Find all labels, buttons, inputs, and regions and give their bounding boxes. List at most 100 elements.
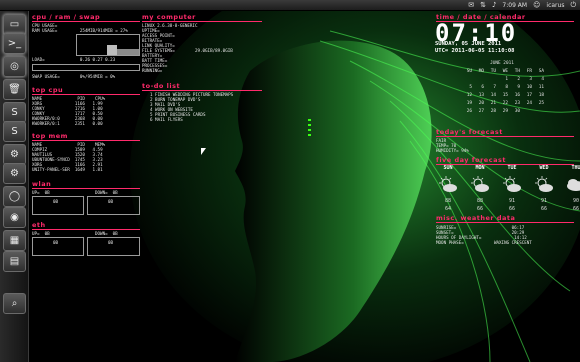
calendar-day: 8	[505, 85, 508, 90]
calendar-weekday: SU	[466, 69, 472, 74]
top-mem-header: top mem	[32, 132, 68, 140]
cpu-graph-bars	[107, 45, 139, 55]
swap-line: SWAP USAGE= 0%/954MIB = 0%	[32, 74, 116, 79]
calendar-day: 26	[466, 109, 472, 114]
wlan-up-graph: 0B	[32, 196, 84, 215]
settings-icon: ⚙	[10, 149, 19, 160]
launcher-item-grid[interactable]: ▤	[3, 251, 26, 272]
calendar-day	[520, 108, 532, 116]
calendar-day: 28	[490, 109, 496, 114]
eth-down-graph: 0B	[87, 237, 140, 256]
launcher-item-system[interactable]: ◉	[3, 207, 26, 228]
load-line: LOAD= 0.26 0.27 0.23	[32, 57, 116, 62]
calendar-day: 2	[517, 77, 520, 82]
misc-weather-header: misc. weather data	[436, 214, 516, 222]
search-icon: ⌕	[11, 298, 18, 309]
grid-icon: ▤	[9, 256, 20, 267]
wlan-up: UP= 0B	[32, 190, 50, 195]
calendar-day: 1	[505, 77, 508, 82]
divider	[32, 188, 140, 189]
forecast-day: MON	[475, 165, 485, 171]
calendar-weekday: WE	[502, 69, 508, 74]
my-computer-header: my computer	[142, 13, 196, 21]
calendar-day: 22	[502, 101, 508, 106]
system-icon: ◉	[10, 212, 19, 223]
forecast-high: 88	[476, 198, 484, 204]
calendar-day: 29	[502, 109, 508, 114]
forecast-day: TUE	[507, 165, 517, 171]
calendar-weekday: TH	[514, 69, 520, 74]
wlan-up-value: 0B	[53, 199, 59, 204]
wlan-down-graph: 0B	[87, 196, 140, 215]
cloud-icon	[565, 174, 580, 196]
misc-weather-line: MOON PHASE= WAXING CRESCENT	[436, 240, 532, 245]
divider	[32, 94, 140, 95]
calendar-weekday: FR	[526, 69, 532, 74]
launcher-item-chrome[interactable]: ◎	[3, 56, 26, 77]
launcher-item-terminal[interactable]: >_	[3, 33, 26, 54]
calendar-week: 12 13 14 15 16 17 18	[460, 92, 544, 100]
launcher-item-browser[interactable]: ◯	[3, 186, 26, 207]
wlan-down: DOWN= 0B	[95, 190, 118, 195]
today-humidity: HUMIDITY= 94%	[436, 148, 469, 153]
clock-label[interactable]: 7:09 AM	[502, 2, 527, 9]
user-name[interactable]: icarus	[546, 2, 564, 9]
calendar-day: 27	[478, 109, 484, 114]
five-day-forecast-header: five day forecast	[436, 156, 506, 164]
calendar-day: 10	[526, 85, 532, 90]
forecast-high: 91	[508, 198, 516, 204]
launcher-item-photo[interactable]: ▦	[3, 230, 26, 251]
cpu-graph	[76, 34, 140, 56]
ram-usage-line: RAM USAGE= 254MIB/914MIB = 27%	[32, 28, 128, 33]
calendar-weekdays: SU MO TU WE TH FR SA	[460, 68, 544, 76]
calendar-day: 15	[502, 93, 508, 98]
calendar: JUNE 2011 SU MO TU WE TH FR SA 1 2 3 4 5 6 7 8 9 10 11 12 1…	[460, 60, 544, 116]
wlan-header: wlan	[32, 180, 52, 188]
todo-item: 6 MAIL FLYERS	[150, 117, 183, 122]
todays-forecast-header: today's forecast	[436, 128, 503, 136]
unity-launcher: ▭ >_ ◎ 🗑 S S ⚙ ⚙ ◯ ◉ ▦ ▤ ⌕	[0, 11, 29, 362]
calendar-day: 4	[541, 77, 544, 82]
calendar-week: 26 27 28 29 30	[460, 108, 544, 116]
forecast-day: THU	[571, 165, 580, 171]
skype-icon: S	[11, 107, 18, 118]
calendar-day	[460, 76, 472, 84]
calendar-day	[484, 76, 496, 84]
network-icon[interactable]: ⇅	[480, 0, 486, 10]
forecast-day: SUN	[443, 165, 453, 171]
divider	[436, 222, 574, 223]
divider	[32, 229, 140, 230]
launcher-item-files[interactable]: ▭	[3, 14, 26, 35]
launcher-item-settings-2[interactable]: ⚙	[3, 163, 26, 184]
launcher-item-skype-2[interactable]: S	[3, 121, 26, 142]
chrome-icon: ◎	[10, 61, 19, 72]
calendar-day: 12	[466, 93, 472, 98]
calendar-day	[532, 108, 544, 116]
load-bar	[32, 64, 140, 71]
todo-header: to-do list	[142, 82, 181, 90]
launcher-item-trash[interactable]: 🗑	[3, 79, 26, 100]
calendar-day: 19	[466, 101, 472, 106]
forecast-high: 88	[444, 198, 452, 204]
sun-cloud-icon	[437, 174, 459, 196]
launcher-item-skype[interactable]: S	[3, 102, 26, 123]
eth-header: eth	[32, 221, 46, 229]
power-icon[interactable]: ⏻	[570, 0, 576, 10]
launcher-item-search[interactable]: ⌕	[3, 293, 26, 314]
calendar-day: 18	[538, 93, 544, 98]
terminal-icon: >_	[7, 38, 22, 49]
calendar-title: JUNE 2011	[490, 61, 514, 66]
forecast-low: 64	[444, 206, 452, 212]
sun-cloud-icon	[469, 174, 491, 196]
eth-down: DOWN= 0B	[95, 231, 118, 236]
volume-icon[interactable]: ♪	[492, 0, 496, 10]
calendar-week: 5 6 7 8 9 10 11	[460, 84, 544, 92]
launcher-item-settings[interactable]: ⚙	[3, 144, 26, 165]
eth-up-value: 0B	[53, 240, 59, 245]
forecast-low: 66	[508, 206, 516, 212]
calendar-week: 19 20 21 22 23 24 25	[460, 100, 544, 108]
user-icon[interactable]: ☺	[533, 0, 540, 10]
calendar-day: 9	[517, 85, 520, 90]
mouse-cursor-icon	[201, 148, 206, 155]
mail-icon[interactable]: ✉	[468, 0, 474, 10]
